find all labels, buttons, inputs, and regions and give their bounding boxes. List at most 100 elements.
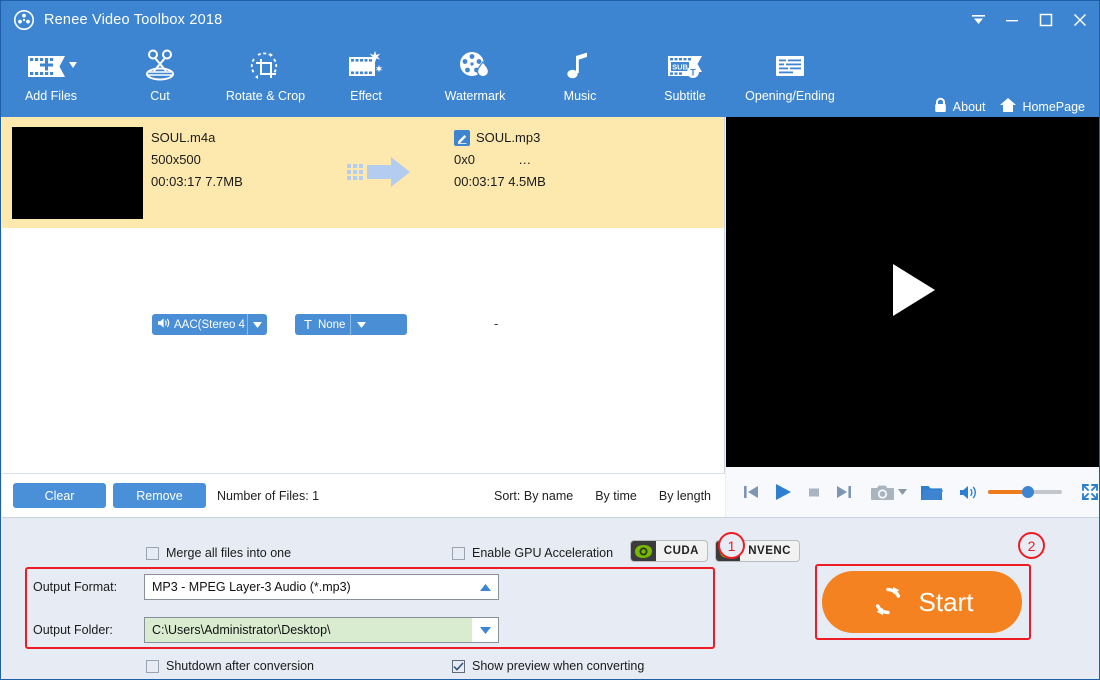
homepage-link[interactable]: HomePage — [999, 97, 1085, 116]
sort-by-length-option[interactable]: By length — [659, 489, 711, 503]
about-label: About — [952, 99, 986, 114]
subtitle-track-selector[interactable]: T None — [295, 314, 407, 335]
stop-icon[interactable] — [806, 484, 822, 500]
show-preview-checkbox[interactable] — [452, 659, 465, 673]
folder-icon[interactable] — [920, 483, 943, 502]
play-icon[interactable] — [773, 482, 793, 502]
output-folder-combo[interactable]: C:\Users\Administrator\Desktop\ — [144, 617, 499, 643]
destination-ellipsis[interactable]: … — [518, 152, 531, 167]
destination-filename: SOUL.mp3 — [476, 130, 541, 145]
source-resolution: 500x500 — [151, 152, 201, 167]
skip-previous-icon[interactable] — [742, 483, 760, 501]
video-preview[interactable] — [726, 117, 1099, 467]
camera-dropdown-arrow[interactable] — [898, 489, 907, 495]
show-preview-checkbox-row[interactable]: Show preview when converting — [452, 659, 644, 673]
toolbar-item-subtitle[interactable]: SUB T Subtitle — [649, 45, 721, 115]
sort-by-time-option[interactable]: By time — [595, 489, 637, 503]
toolbar-links: About HomePage — [933, 97, 1085, 116]
skip-next-icon[interactable] — [835, 483, 853, 501]
home-icon — [999, 97, 1017, 116]
window-title: Renee Video Toolbox 2018 — [44, 12, 223, 28]
source-duration-size: 00:03:17 7.7MB — [151, 174, 243, 189]
subtitle-track-label: None — [317, 318, 346, 331]
nvidia-icon — [631, 541, 656, 561]
gpu-acceleration-checkbox[interactable] — [452, 546, 465, 560]
toolbar-label: Add Files — [24, 89, 78, 103]
remove-button[interactable]: Remove — [113, 483, 206, 508]
audio-track-label: AAC(Stereo 4 — [174, 318, 245, 331]
camera-icon[interactable] — [871, 483, 895, 502]
toolbar-label: Rotate & Crop — [225, 89, 306, 103]
output-format-value: MP3 - MPEG Layer-3 Audio (*.mp3) — [152, 580, 351, 594]
destination-duration-size: 00:03:17 4.5MB — [454, 174, 546, 189]
volume-button-icon[interactable] — [959, 484, 978, 501]
minimize-button[interactable] — [995, 5, 1029, 35]
file-list-row[interactable]: SOUL.m4a 500x500 00:03:17 7.7MB SOUL.mp3… — [2, 117, 724, 335]
output-format-combo[interactable]: MP3 - MPEG Layer-3 Audio (*.mp3) — [144, 574, 499, 600]
destination-file-info: SOUL.mp3 0x0 … 00:03:17 4.5MB — [454, 127, 546, 193]
toolbar-label: Watermark — [444, 89, 506, 103]
merge-files-label: Merge all files into one — [166, 546, 292, 560]
subtitle-icon: SUB T — [665, 45, 705, 87]
gpu-acceleration-checkbox-row[interactable]: Enable GPU Acceleration — [452, 546, 613, 560]
toolbar-item-effect[interactable]: Effect — [333, 45, 399, 115]
opening-ending-icon — [772, 45, 808, 87]
shutdown-checkbox[interactable] — [146, 659, 159, 673]
audio-track-dropdown-arrow[interactable] — [246, 314, 267, 335]
about-link[interactable]: About — [933, 97, 986, 116]
title-bar: Renee Video Toolbox 2018 — [1, 1, 1099, 39]
fullscreen-icon[interactable] — [1080, 482, 1099, 502]
maximize-button[interactable] — [1029, 5, 1063, 35]
chevron-up-icon[interactable] — [472, 583, 498, 591]
text-t-icon: T — [304, 317, 312, 332]
volume-slider[interactable] — [988, 486, 1062, 498]
show-preview-label: Show preview when converting — [472, 659, 645, 673]
clear-button[interactable]: Clear — [13, 483, 106, 508]
toolbar-item-cut[interactable]: Cut — [125, 45, 195, 115]
subtitle-track-dropdown-arrow[interactable] — [350, 314, 371, 335]
output-folder-label: Output Folder: — [33, 623, 113, 637]
play-overlay-icon[interactable] — [885, 260, 941, 325]
destination-resolution-row: 0x0 … — [454, 149, 546, 171]
window-controls — [961, 1, 1099, 39]
rotate-crop-icon — [248, 45, 284, 87]
sort-options: Sort: By name By time By length — [494, 489, 711, 503]
cuda-badge-label: CUDA — [663, 545, 699, 557]
add-files-icon — [24, 45, 78, 87]
output-folder-value[interactable]: C:\Users\Administrator\Desktop\ — [145, 618, 472, 642]
file-list[interactable]: SOUL.m4a 500x500 00:03:17 7.7MB SOUL.mp3… — [2, 117, 725, 473]
source-file-info: SOUL.m4a 500x500 00:03:17 7.7MB — [151, 127, 243, 193]
minimize-to-tray-button[interactable] — [961, 5, 995, 35]
toolbar-label: Cut — [150, 89, 170, 103]
scissors-icon — [142, 45, 178, 87]
audio-track-selector[interactable]: AAC(Stereo 4 — [152, 314, 267, 335]
toolbar-item-music[interactable]: Music — [549, 45, 611, 115]
refresh-circle-icon — [871, 584, 905, 621]
nvenc-badge[interactable]: NVENC — [715, 540, 800, 562]
toolbar-item-rotate-crop[interactable]: Rotate & Crop — [213, 45, 318, 115]
close-button[interactable] — [1063, 5, 1097, 35]
sort-by-name-option[interactable]: Sort: By name — [494, 489, 573, 503]
toolbar-item-opening-ending[interactable]: Opening/Ending — [731, 45, 849, 115]
edit-pencil-icon[interactable] — [454, 130, 470, 146]
convert-arrow-icon — [347, 152, 415, 197]
lock-icon — [933, 97, 948, 116]
video-thumbnail — [12, 127, 143, 219]
output-format-label: Output Format: — [33, 580, 118, 594]
speaker-icon — [157, 317, 170, 332]
toolbar-item-add-files[interactable]: Add Files — [9, 45, 93, 115]
chevron-down-icon[interactable] — [472, 626, 498, 634]
svg-text:T: T — [690, 68, 696, 78]
start-button[interactable]: Start — [822, 571, 1022, 633]
toolbar-label: Music — [563, 89, 597, 103]
cuda-badge[interactable]: CUDA — [630, 540, 708, 562]
merge-files-checkbox-row[interactable]: Merge all files into one — [146, 546, 291, 560]
merge-files-checkbox[interactable] — [146, 546, 159, 560]
destination-filename-row: SOUL.mp3 — [454, 127, 546, 149]
shutdown-checkbox-row[interactable]: Shutdown after conversion — [146, 659, 314, 673]
homepage-label: HomePage — [1022, 99, 1085, 114]
effect-icon — [347, 45, 385, 87]
source-filename: SOUL.m4a — [151, 130, 216, 145]
volume-slider-thumb[interactable] — [1021, 486, 1034, 498]
toolbar-item-watermark[interactable]: Watermark — [433, 45, 517, 115]
